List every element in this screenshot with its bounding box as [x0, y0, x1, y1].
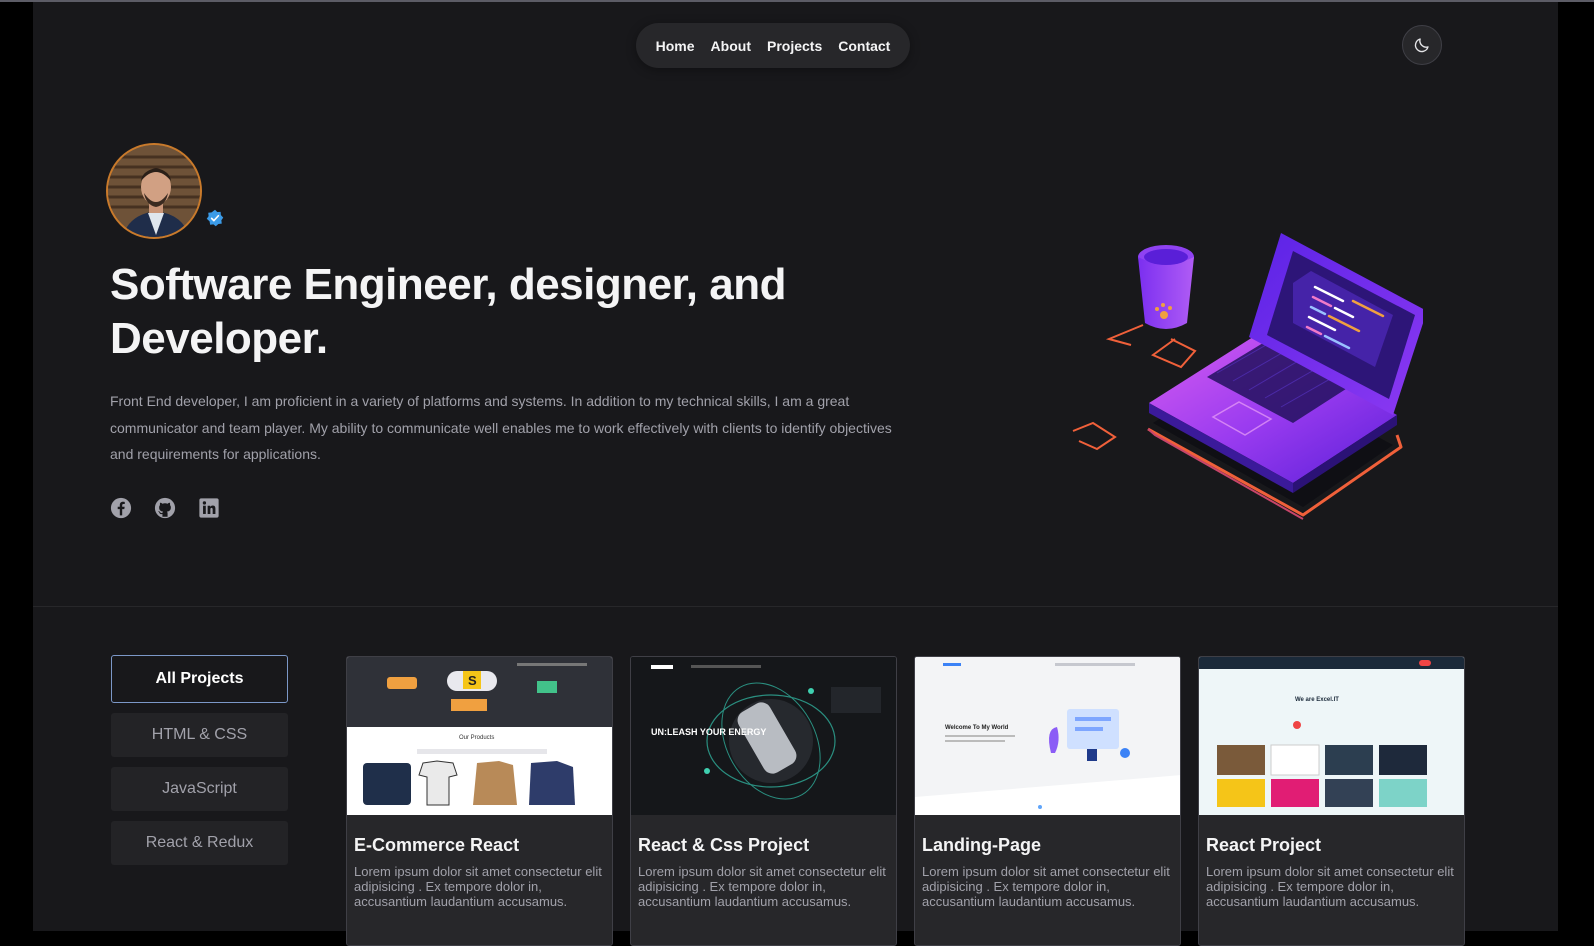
project-title: React & Css Project [638, 835, 810, 855]
project-card[interactable]: Welcome To My World Landing-Page Lorem i… [914, 656, 1181, 946]
project-title: E-Commerce React [354, 835, 520, 855]
project-description: Lorem ipsum dolor sit amet consectetur e… [638, 864, 886, 909]
moon-icon [1414, 38, 1429, 53]
thumb-caption: Our Products [459, 735, 494, 741]
project-description: Lorem ipsum dolor sit amet consectetur e… [922, 864, 1170, 909]
avatar-block [106, 143, 224, 243]
hero-title: Software Engineer, designer, and Develop… [110, 260, 786, 363]
github-icon[interactable] [154, 497, 176, 519]
nav-contact[interactable]: Contact [838, 38, 890, 54]
top-nav: Home About Projects Contact [636, 23, 910, 68]
avatar [106, 143, 202, 239]
project-filters: All Projects HTML & CSS JavaScript React… [111, 655, 288, 875]
social-links [110, 497, 220, 519]
project-description: Lorem ipsum dolor sit amet consectetur e… [354, 864, 602, 909]
thumb-caption: Welcome To My World [945, 725, 1009, 731]
nav-home[interactable]: Home [656, 38, 695, 54]
laptop-illustration [1072, 233, 1423, 520]
project-thumbnail: S Our Products [347, 657, 612, 815]
filter-react-redux[interactable]: React & Redux [111, 821, 288, 865]
page: Home About Projects Contact Software Eng… [33, 2, 1558, 946]
project-description: Lorem ipsum dolor sit amet consectetur e… [1206, 864, 1454, 909]
project-card[interactable]: UN:LEASH YOUR ENERGY React & Css Project… [630, 656, 897, 946]
verified-badge-icon [206, 209, 224, 227]
thumb-caption: We are Excel.IT [1295, 697, 1339, 703]
project-title: Landing-Page [922, 835, 1042, 855]
svg-text:S: S [468, 673, 477, 688]
linkedin-icon[interactable] [198, 497, 220, 519]
project-title: React Project [1206, 835, 1322, 855]
thumb-caption: UN:LEASH YOUR ENERGY [651, 727, 766, 737]
filter-all-projects[interactable]: All Projects [111, 655, 288, 703]
hero-description: Front End developer, I am proficient in … [110, 393, 892, 462]
section-divider [33, 606, 1558, 607]
theme-toggle-button[interactable] [1402, 25, 1442, 65]
project-card[interactable]: We are Excel.IT React Project Lorem ipsu… [1198, 656, 1465, 946]
project-thumbnail: Welcome To My World [915, 657, 1180, 815]
filter-javascript[interactable]: JavaScript [111, 767, 288, 811]
project-thumbnail: We are Excel.IT [1199, 657, 1464, 815]
facebook-icon[interactable] [110, 497, 132, 519]
nav-about[interactable]: About [711, 38, 751, 54]
project-card[interactable]: S Our Products E-Commerce React Lorem ip… [346, 656, 613, 946]
nav-projects[interactable]: Projects [767, 38, 822, 54]
project-thumbnail: UN:LEASH YOUR ENERGY [631, 657, 896, 815]
filter-html-css[interactable]: HTML & CSS [111, 713, 288, 757]
